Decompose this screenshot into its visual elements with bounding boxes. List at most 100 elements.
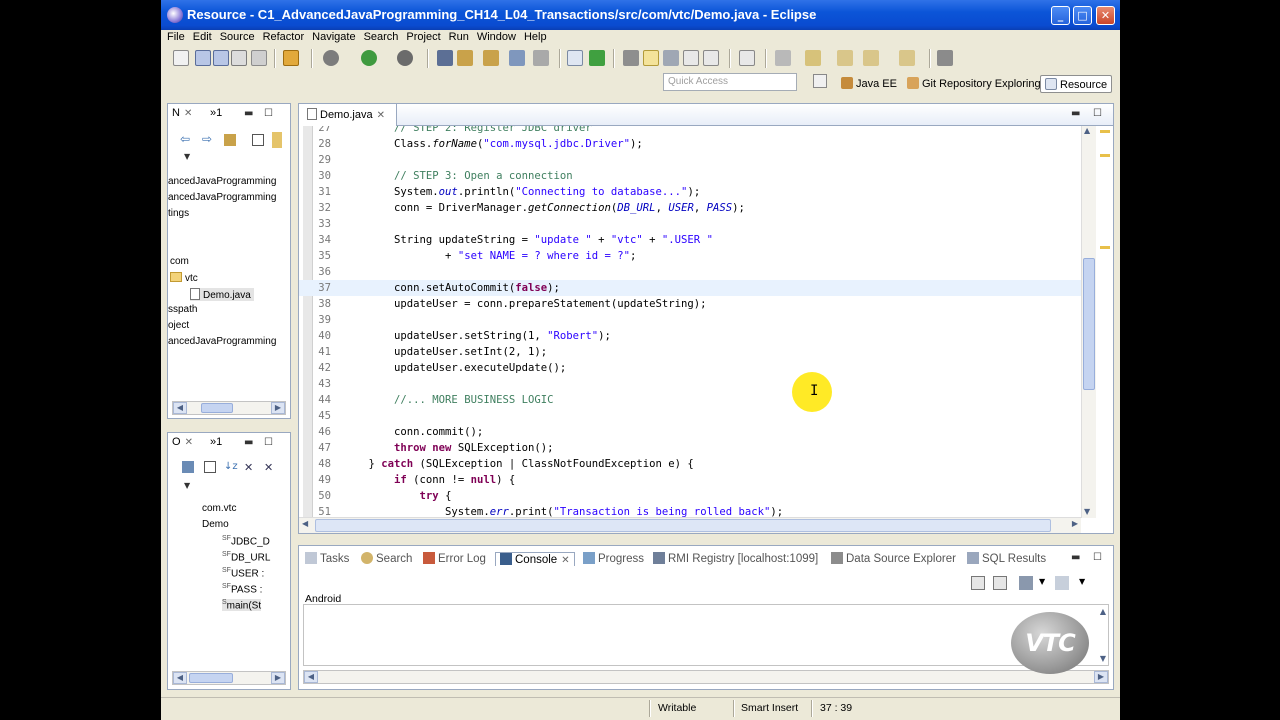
- open-console-icon[interactable]: [1055, 576, 1069, 590]
- scroll-thumb[interactable]: [1083, 258, 1095, 390]
- menu-project[interactable]: Project: [402, 30, 444, 45]
- title-bar[interactable]: Resource - C1_AdvancedJavaProgramming_CH…: [161, 0, 1120, 30]
- up-icon[interactable]: [224, 134, 236, 146]
- scroll-left-icon[interactable]: ◀: [173, 402, 187, 414]
- external-tools-icon[interactable]: [397, 50, 413, 66]
- close-icon[interactable]: ✕: [184, 108, 192, 119]
- new-icon[interactable]: [173, 50, 189, 66]
- code-line[interactable]: 45: [299, 408, 1081, 424]
- open-perspective-icon[interactable]: [813, 74, 827, 88]
- minimize-icon[interactable]: ▬: [244, 108, 253, 119]
- code-line[interactable]: 36: [299, 264, 1081, 280]
- outline-field[interactable]: SFUSER :: [222, 567, 264, 579]
- horizontal-scrollbar[interactable]: ◀ ▶: [172, 401, 286, 415]
- vertical-scrollbar[interactable]: ▲ ▼: [1081, 126, 1096, 518]
- tab-package-explorer[interactable]: N ✕: [172, 107, 192, 119]
- hide-static-icon[interactable]: ✕: [264, 461, 273, 474]
- tree-item[interactable]: ancedJavaProgramming: [168, 176, 276, 187]
- scroll-right-icon[interactable]: ▶: [1094, 671, 1108, 683]
- block-select-icon[interactable]: [703, 50, 719, 66]
- save-all-icon[interactable]: [213, 50, 229, 66]
- server-icon[interactable]: [283, 50, 299, 66]
- open-console-dropdown-icon[interactable]: ▼: [1079, 577, 1085, 586]
- menu-navigate[interactable]: Navigate: [308, 30, 359, 45]
- outline-class-demo[interactable]: Demo: [202, 519, 229, 530]
- tab-progress[interactable]: Progress: [583, 552, 644, 565]
- overview-ruler[interactable]: [1097, 126, 1113, 518]
- minimize-icon[interactable]: ▬: [1071, 108, 1080, 119]
- az-sort-icon[interactable]: ↓z: [224, 461, 238, 472]
- view-menu-icon[interactable]: ▼: [184, 481, 190, 490]
- console-output[interactable]: ▲ ▼: [303, 604, 1109, 666]
- maximize-icon[interactable]: ☐: [1093, 552, 1102, 563]
- quick-access-input[interactable]: Quick Access: [663, 73, 797, 91]
- highlight-icon[interactable]: [643, 50, 659, 66]
- scroll-right-icon[interactable]: ▶: [271, 402, 285, 414]
- maximize-icon[interactable]: ☐: [1093, 108, 1102, 119]
- horizontal-scrollbar[interactable]: ◀ ▶: [299, 517, 1081, 533]
- code-line[interactable]: 29: [299, 152, 1081, 168]
- code-line[interactable]: 49 if (conn != null) {: [299, 472, 1081, 488]
- close-icon[interactable]: ✕: [377, 110, 385, 121]
- pin-editor-icon[interactable]: [937, 50, 953, 66]
- tab-tasks[interactable]: Tasks: [305, 552, 349, 565]
- warning-marker[interactable]: [1100, 246, 1110, 249]
- new-java-project-icon[interactable]: [437, 50, 453, 66]
- tree-item[interactable]: ancedJavaProgramming: [168, 192, 276, 203]
- scroll-up-icon[interactable]: ▲: [1100, 607, 1106, 616]
- horizontal-scrollbar[interactable]: ◀ ▶: [172, 671, 286, 685]
- code-line[interactable]: 28 Class.forName("com.mysql.jdbc.Driver"…: [299, 136, 1081, 152]
- close-button[interactable]: ✕: [1096, 6, 1115, 25]
- tree-item-vtc[interactable]: vtc: [170, 272, 198, 284]
- tree-item-demo-java[interactable]: Demo.java: [190, 288, 254, 301]
- scroll-up-icon[interactable]: ▲: [1084, 126, 1090, 135]
- code-line[interactable]: 39: [299, 312, 1081, 328]
- collapse-icon[interactable]: [204, 461, 216, 473]
- code-line[interactable]: 43: [299, 376, 1081, 392]
- tab-error-log[interactable]: Error Log: [423, 552, 486, 565]
- save-icon[interactable]: [195, 50, 211, 66]
- view-menu-icon[interactable]: ▼: [184, 152, 190, 161]
- menu-source[interactable]: Source: [216, 30, 259, 45]
- code-line[interactable]: 37 conn.setAutoCommit(false);: [299, 280, 1081, 296]
- code-line[interactable]: 44 //... MORE BUSINESS LOGIC: [299, 392, 1081, 408]
- open-type-icon[interactable]: [483, 50, 499, 66]
- menu-search[interactable]: Search: [360, 30, 403, 45]
- menu-edit[interactable]: Edit: [189, 30, 216, 45]
- scroll-thumb[interactable]: [189, 673, 233, 683]
- code-line[interactable]: 50 try {: [299, 488, 1081, 504]
- tree-item-com[interactable]: com: [170, 256, 189, 267]
- menu-refactor[interactable]: Refactor: [259, 30, 309, 45]
- perspective-git[interactable]: Git Repository Exploring: [907, 75, 1041, 93]
- tab-console[interactable]: Console ✕: [495, 552, 575, 566]
- tree-item[interactable]: oject: [168, 320, 189, 331]
- menu-run[interactable]: Run: [445, 30, 473, 45]
- scroll-right-icon[interactable]: ▶: [1072, 519, 1078, 528]
- tab-overflow[interactable]: »1: [210, 107, 222, 119]
- clear-console-icon[interactable]: [971, 576, 985, 590]
- code-line[interactable]: 40 updateUser.setString(1, "Robert");: [299, 328, 1081, 344]
- properties-icon[interactable]: [251, 50, 267, 66]
- tab-sql-results[interactable]: SQL Results: [967, 552, 1046, 565]
- code-line[interactable]: 38 updateUser = conn.prepareStatement(up…: [299, 296, 1081, 312]
- tab-demo-java[interactable]: Demo.java ✕: [299, 104, 397, 126]
- code-line[interactable]: 30 // STEP 3: Open a connection: [299, 168, 1081, 184]
- minimize-button[interactable]: _: [1051, 6, 1070, 25]
- scroll-thumb[interactable]: [315, 519, 1051, 532]
- code-line[interactable]: 27 // STEP 2: Register JDBC driver: [299, 126, 1081, 136]
- maximize-icon[interactable]: ☐: [264, 437, 273, 448]
- code-line[interactable]: 48 } catch (SQLException | ClassNotFound…: [299, 456, 1081, 472]
- tree-item[interactable]: sspath: [168, 304, 197, 315]
- maximize-icon[interactable]: ☐: [264, 108, 273, 119]
- scroll-lock-icon[interactable]: [993, 576, 1007, 590]
- scroll-down-icon[interactable]: ▼: [1100, 654, 1106, 663]
- minimize-icon[interactable]: ▬: [1071, 552, 1080, 563]
- open-task-icon[interactable]: [533, 50, 549, 66]
- scroll-thumb[interactable]: [201, 403, 233, 413]
- prev-annotation-icon[interactable]: [775, 50, 791, 66]
- perspective-resource[interactable]: Resource: [1040, 75, 1113, 93]
- maximize-button[interactable]: □: [1073, 6, 1092, 25]
- whitespace-icon[interactable]: [663, 50, 679, 66]
- scroll-left-icon[interactable]: ◀: [302, 519, 308, 528]
- outline-field[interactable]: SFPASS :: [222, 583, 262, 595]
